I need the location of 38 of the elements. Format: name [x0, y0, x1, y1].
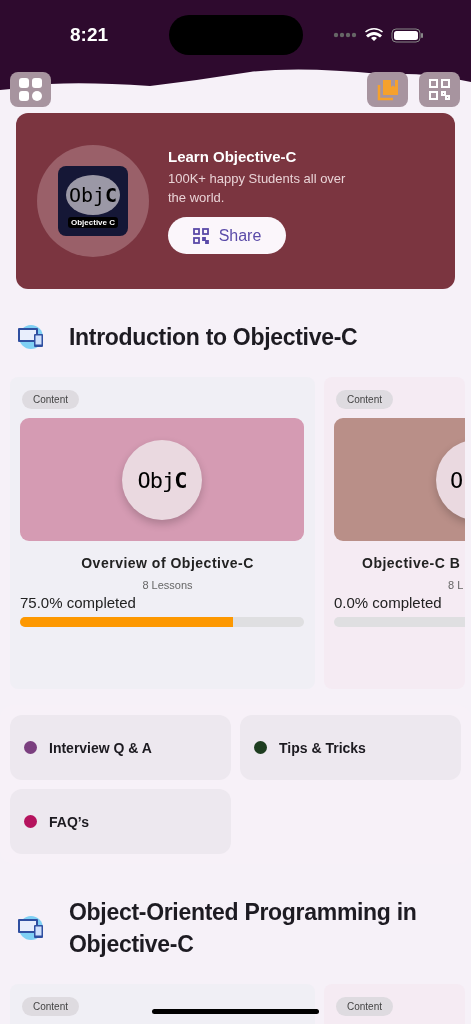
qr-code-icon [192, 227, 209, 244]
content-tag: Content [336, 997, 394, 1016]
course-title: Objective-C B [361, 555, 461, 571]
content-tag: Content [22, 997, 80, 1016]
devices-icon [17, 324, 45, 350]
logo-text: ObjC [65, 174, 121, 215]
wifi-icon [365, 28, 383, 42]
logo-text: O [449, 467, 463, 493]
battery-icon [391, 27, 424, 43]
dashboard-button[interactable] [10, 72, 51, 107]
devices-icon [17, 915, 45, 941]
course-card[interactable]: Content [324, 984, 465, 1024]
banner-subtitle: 100K+ happy Students all over the world. [168, 170, 347, 207]
quick-link[interactable]: FAQ’s [10, 789, 231, 854]
content-tag: Content [22, 390, 80, 409]
status-time: 8:21 [70, 24, 110, 46]
dashboard-icon [18, 77, 43, 102]
lesson-count: 8 L [447, 579, 464, 591]
lesson-count: 8 Lessons [142, 579, 193, 591]
banner-title: Learn Objective-C [168, 148, 297, 165]
quick-link[interactable]: Tips & Tricks [240, 715, 461, 780]
share-button[interactable]: Share [168, 217, 286, 254]
logo-text: ObjC [137, 467, 187, 493]
signal-icon [333, 32, 357, 38]
progress-text: 75.0% completed [20, 594, 136, 611]
course-card[interactable]: Content [10, 984, 315, 1024]
content-tag: Content [336, 390, 394, 409]
course-title: Overview of Objective-C [81, 555, 254, 571]
course-card[interactable]: Content ObjC Overview of Objective-C 8 Lessons 75.0% completed [10, 377, 315, 689]
qr-code-icon [429, 79, 450, 100]
progress-text: 0.0% completed [334, 594, 442, 611]
bookmark-icon [376, 78, 399, 101]
section-title: Introduction to Objective-C [69, 323, 359, 352]
bookmarks-button[interactable] [367, 72, 408, 107]
qr-code-button[interactable] [419, 72, 460, 107]
quick-link[interactable]: Interview Q & A [10, 715, 231, 780]
section-title: Object-Oriented Programming in Objective-C [69, 898, 418, 959]
logo-caption: Objective C [68, 216, 118, 228]
